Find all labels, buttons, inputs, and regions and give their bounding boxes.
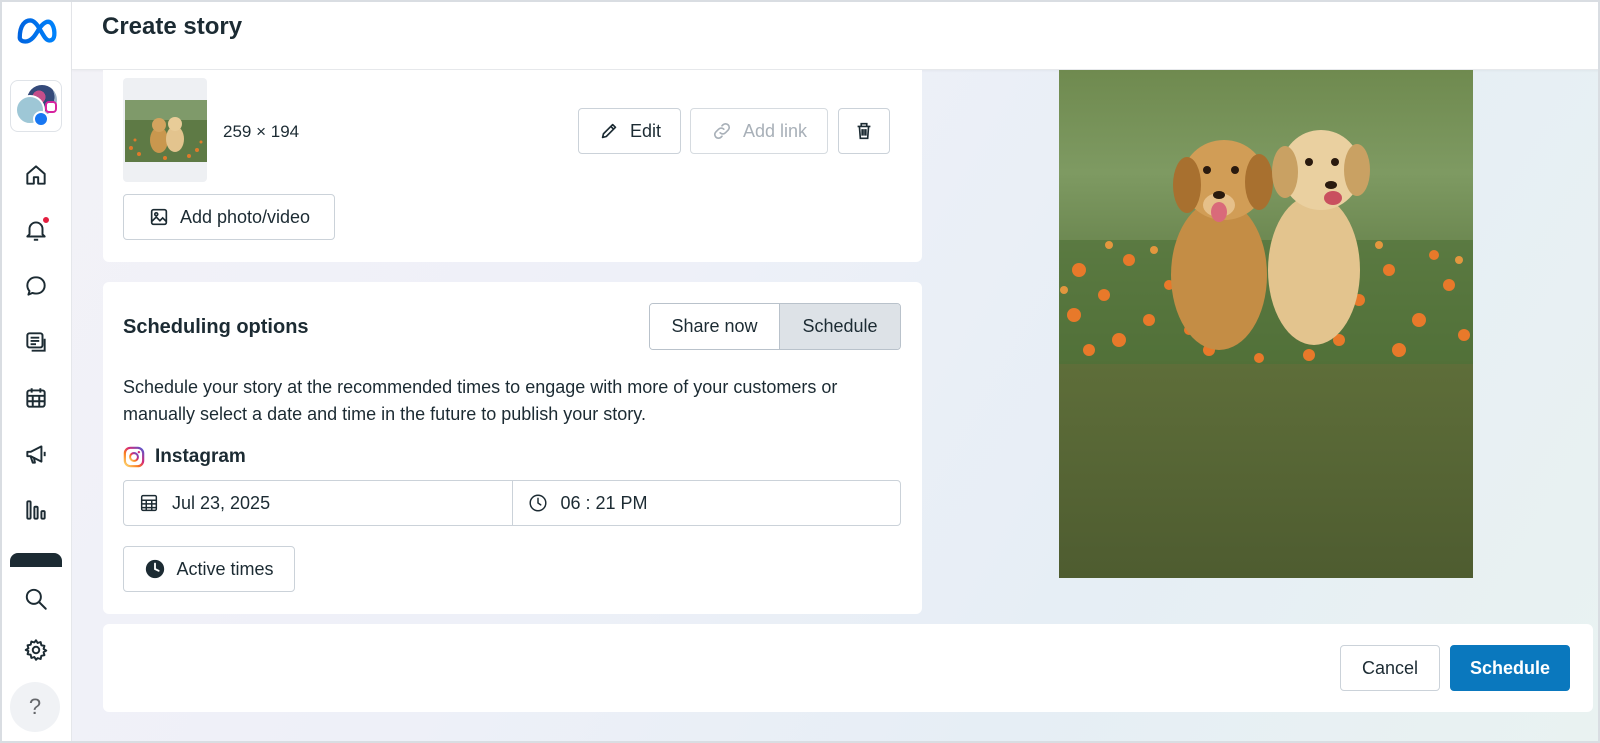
- bell-icon[interactable]: [22, 216, 50, 244]
- date-field[interactable]: Jul 23, 2025: [124, 481, 513, 525]
- media-dimensions: 259 × 194: [223, 122, 300, 141]
- active-times-label: Active times: [176, 558, 274, 579]
- add-photo-video-label: Add photo/video: [179, 206, 311, 227]
- gear-icon[interactable]: [22, 636, 50, 664]
- home-icon[interactable]: [22, 161, 50, 189]
- pencil-icon: [601, 123, 617, 139]
- platform-label: Instagram: [155, 446, 246, 467]
- calendar-icon[interactable]: [22, 384, 50, 412]
- delete-button[interactable]: [838, 108, 890, 154]
- share-mode-toggle: Share now Schedule: [649, 303, 901, 350]
- add-link-button[interactable]: Add link: [690, 108, 828, 154]
- date-value: Jul 23, 2025: [172, 492, 271, 513]
- date-time-picker: Jul 23, 2025 06 : 21 PM: [123, 480, 901, 526]
- add-link-label: Add link: [742, 120, 808, 141]
- account-switcher[interactable]: [10, 80, 62, 132]
- clock-icon: [528, 494, 547, 512]
- media-card: 259 × 194 Edit Add link Add photo/video: [103, 70, 922, 262]
- clock-filled-icon: [146, 559, 165, 579]
- top-header: Create story: [72, 0, 1600, 70]
- active-times-button[interactable]: Active times: [123, 546, 295, 592]
- instagram-icon: [123, 446, 145, 468]
- page-title: Create story: [102, 13, 243, 40]
- help-button[interactable]: ?: [10, 682, 60, 732]
- platform-row: Instagram: [123, 446, 246, 468]
- megaphone-icon[interactable]: [22, 440, 50, 468]
- puppies-thumbnail-image: [125, 100, 207, 162]
- scheduling-options-card: Scheduling options Share now Schedule Sc…: [103, 282, 922, 614]
- notification-badge: [42, 216, 50, 224]
- sidebar-divider: [10, 553, 62, 567]
- schedule-option[interactable]: Schedule: [780, 304, 900, 349]
- trash-icon: [857, 122, 871, 140]
- share-now-option[interactable]: Share now: [650, 304, 780, 349]
- scheduling-description: Schedule your story at the recommended t…: [123, 377, 838, 424]
- content-icon[interactable]: [22, 328, 50, 356]
- meta-logo-icon[interactable]: [14, 14, 60, 46]
- chat-bubble-icon[interactable]: [22, 272, 50, 300]
- add-photo-video-button[interactable]: Add photo/video: [123, 194, 335, 240]
- edit-label: Edit: [629, 120, 662, 141]
- facebook-badge-icon: [33, 111, 49, 127]
- footer-bar: Cancel Schedule: [103, 624, 1593, 712]
- time-value: 06 : 21 PM: [560, 492, 648, 513]
- edit-button[interactable]: Edit: [578, 108, 681, 154]
- media-thumbnail[interactable]: [123, 78, 207, 182]
- time-field[interactable]: 06 : 21 PM: [513, 481, 901, 525]
- puppies-preview-image: [1059, 70, 1473, 364]
- instagram-badge-icon: [45, 101, 57, 113]
- search-icon[interactable]: [22, 585, 50, 613]
- story-preview: [1059, 70, 1473, 578]
- link-icon: [713, 122, 731, 140]
- scheduling-options-title: Scheduling options: [123, 316, 309, 338]
- photo-icon: [150, 208, 168, 226]
- bar-chart-icon[interactable]: [22, 496, 50, 524]
- calendar-icon: [140, 494, 158, 512]
- sidebar: ?: [0, 0, 72, 743]
- help-label: ?: [28, 694, 42, 719]
- cancel-button[interactable]: Cancel: [1340, 645, 1440, 691]
- schedule-button[interactable]: Schedule: [1450, 645, 1570, 691]
